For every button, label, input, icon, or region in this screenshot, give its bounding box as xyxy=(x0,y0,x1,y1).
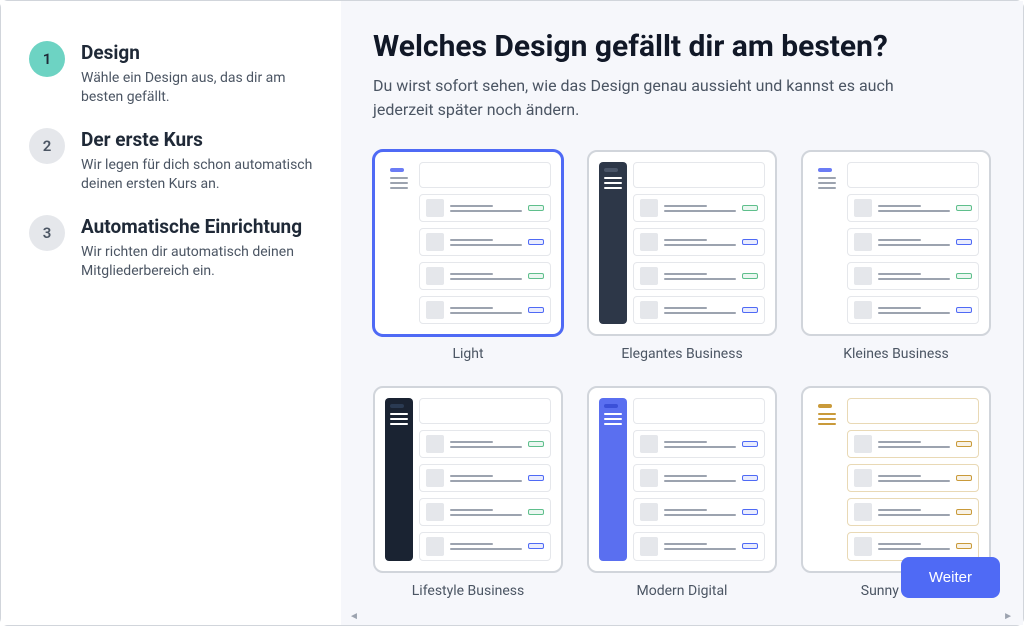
preview-sidebar xyxy=(599,162,627,324)
wizard-step-3: 3 Automatische Einrichtung Wir richten d… xyxy=(29,215,321,282)
theme-preview[interactable] xyxy=(373,386,563,572)
theme-label: Modern Digital xyxy=(637,583,728,599)
step-number: 3 xyxy=(29,215,65,251)
step-number: 1 xyxy=(29,41,65,77)
preview-content xyxy=(847,162,979,324)
step-desc: Wir richten dir automatisch deinen Mitgl… xyxy=(81,243,321,282)
page-title: Welches Design gefällt dir am besten? xyxy=(373,29,991,64)
theme-card-light[interactable]: Light xyxy=(373,150,563,362)
step-title: Design xyxy=(81,41,321,65)
theme-label: Lifestyle Business xyxy=(412,583,524,599)
wizard-step-1: 1 Design Wähle ein Design aus, das dir a… xyxy=(29,41,321,108)
theme-card-modern-digital[interactable]: Modern Digital xyxy=(587,386,777,598)
preview-content xyxy=(633,162,765,324)
preview-sidebar xyxy=(385,398,413,560)
preview-sidebar xyxy=(385,162,413,324)
theme-preview[interactable] xyxy=(587,150,777,336)
theme-preview[interactable] xyxy=(587,386,777,572)
preview-content xyxy=(419,162,551,324)
theme-card-lifestyle-business[interactable]: Lifestyle Business xyxy=(373,386,563,598)
wizard-sidebar: 1 Design Wähle ein Design aus, das dir a… xyxy=(1,1,341,625)
wizard-step-2: 2 Der erste Kurs Wir legen für dich scho… xyxy=(29,128,321,195)
theme-preview[interactable] xyxy=(801,150,991,336)
theme-preview[interactable] xyxy=(373,150,563,336)
theme-label: Elegantes Business xyxy=(621,346,742,362)
step-desc: Wähle ein Design aus, das dir am besten … xyxy=(81,69,321,108)
preview-sidebar xyxy=(813,398,841,560)
theme-card-elegantes-business[interactable]: Elegantes Business xyxy=(587,150,777,362)
step-title: Automatische Einrichtung xyxy=(81,215,321,239)
preview-sidebar xyxy=(599,398,627,560)
preview-content xyxy=(633,398,765,560)
theme-card-kleines-business[interactable]: Kleines Business xyxy=(801,150,991,362)
preview-content xyxy=(847,398,979,560)
step-desc: Wir legen für dich schon automatisch dei… xyxy=(81,156,321,195)
step-title: Der erste Kurs xyxy=(81,128,321,152)
page-subtitle: Du wirst sofort sehen, wie das Design ge… xyxy=(373,74,933,122)
main-content: Welches Design gefällt dir am besten? Du… xyxy=(341,1,1023,625)
theme-label: Kleines Business xyxy=(843,346,949,362)
preview-sidebar xyxy=(813,162,841,324)
theme-preview[interactable] xyxy=(801,386,991,572)
themes-grid: Light Elegantes Business Kleines Business L… xyxy=(373,150,991,599)
theme-label: Light xyxy=(452,346,483,362)
preview-content xyxy=(419,398,551,560)
step-number: 2 xyxy=(29,128,65,164)
continue-button[interactable]: Weiter xyxy=(901,557,1000,598)
